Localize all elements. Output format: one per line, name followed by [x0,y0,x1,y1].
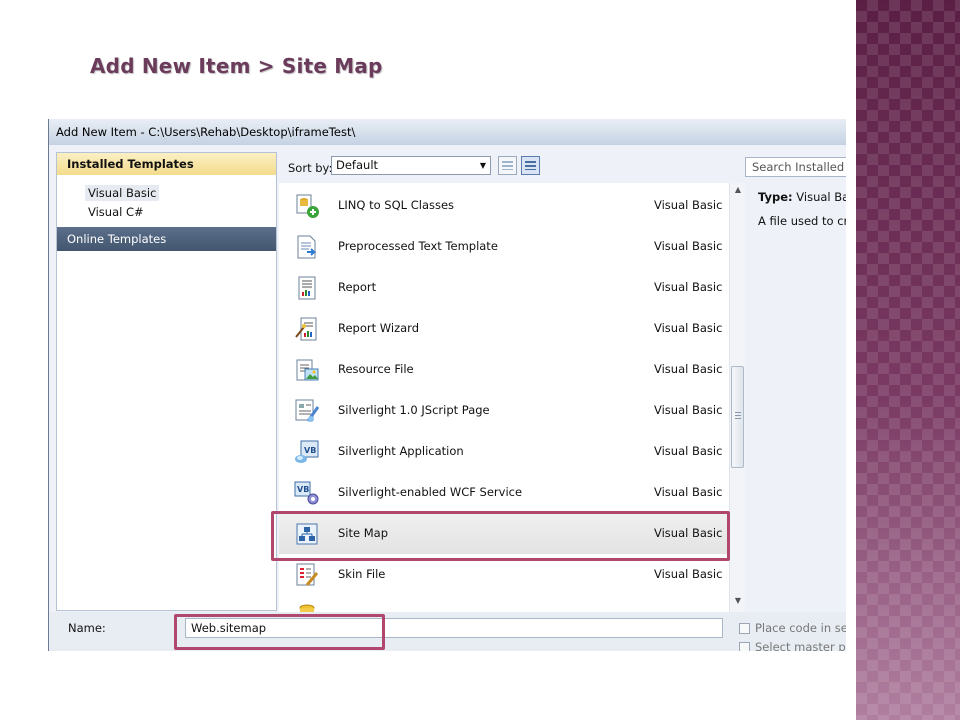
online-templates-header[interactable]: Online Templates [57,227,276,251]
scroll-thumb[interactable] [731,366,744,468]
template-type: Type: Visual Bas [758,190,846,204]
database-icon [299,604,315,612]
sort-by-value: Default [336,158,379,172]
template-language: Visual Basic [654,403,723,417]
report-wizard-icon [295,317,317,341]
template-name: Report Wizard [338,321,419,335]
template-categories-pane: Installed Templates Visual Basic Visual … [56,152,277,611]
name-field-highlight-box [174,614,385,650]
list-view-icon [525,161,536,170]
template-language: Visual Basic [654,362,723,376]
template-row-silverlight-wcf-service[interactable]: VB Silverlight-enabled WCF Service Visua… [279,472,729,513]
name-label: Name: [68,621,106,635]
search-installed-templates-input[interactable]: Search Installed Te [745,157,846,177]
grip-icon [735,412,741,420]
sort-toolbar: Sort by: Default ▼ [279,152,745,182]
template-row-report-wizard[interactable]: Report Wizard Visual Basic [279,308,729,349]
sort-by-dropdown[interactable]: Default ▼ [331,156,491,175]
add-new-item-dialog: Add New Item - C:\Users\Rehab\Desktop\if… [48,119,846,651]
list-view-button[interactable] [521,156,540,175]
template-name: Silverlight 1.0 JScript Page [338,403,490,417]
report-icon [298,276,316,300]
installed-templates-header[interactable]: Installed Templates [57,153,276,175]
name-bar: Name: Web.sitemap Place code in sep Sele… [49,612,846,651]
template-name: LINQ to SQL Classes [338,198,455,212]
skin-file-icon [296,563,319,586]
template-language: Visual Basic [654,567,723,581]
text-template-icon [297,235,317,259]
template-name: Silverlight-enabled WCF Service [338,485,523,499]
template-details-pane: Search Installed Te Type: Visual Bas A f… [745,152,846,612]
wcf-service-icon: VB [294,481,319,505]
template-language: Visual Basic [654,321,723,335]
decorative-side-strip [856,0,960,720]
template-name: Report [338,280,377,294]
svg-text:VB: VB [304,446,316,455]
template-language: Visual Basic [654,280,723,294]
master-page-checkbox[interactable] [739,642,750,651]
small-icons-view-button[interactable] [498,156,517,175]
tree-item-visual-csharp[interactable]: Visual C# [85,204,147,220]
tree-item-visual-basic[interactable]: Visual Basic [85,185,160,201]
template-row-resource-file[interactable]: Resource File Visual Basic [279,349,729,390]
template-language: Visual Basic [654,444,723,458]
template-row-silverlight-application[interactable]: VB Silverlight Application Visual Basic [279,431,729,472]
template-list-scrollbar[interactable]: ▲ ▼ [729,183,745,612]
svg-text:VB: VB [297,485,309,494]
type-value: Visual Bas [796,190,846,204]
scroll-down-icon[interactable]: ▼ [730,596,745,610]
template-name: Silverlight Application [338,444,464,458]
linq-classes-icon [296,194,319,218]
template-name: Skin File [338,567,386,581]
place-code-label: Place code in sep [755,621,846,635]
resource-file-icon [296,359,319,381]
small-icons-icon [502,161,513,170]
template-row-silverlight-jscript-page[interactable]: Silverlight 1.0 JScript Page Visual Basi… [279,390,729,431]
template-name: Preprocessed Text Template [338,239,498,253]
template-language: Visual Basic [654,239,723,253]
scroll-up-icon[interactable]: ▲ [730,185,745,199]
sort-by-label: Sort by: [288,161,333,175]
place-code-checkbox[interactable] [739,623,750,634]
template-language: Visual Basic [654,485,723,499]
dialog-titlebar: Add New Item - C:\Users\Rehab\Desktop\if… [49,119,846,145]
dropdown-arrow-icon: ▼ [479,161,486,170]
template-language: Visual Basic [654,198,723,212]
template-row-report[interactable]: Report Visual Basic [279,267,729,308]
site-map-highlight-box [271,511,730,561]
master-page-label: Select master pag [755,640,846,651]
template-description: A file used to cre [758,214,846,228]
template-row-preprocessed-text-template[interactable]: Preprocessed Text Template Visual Basic [279,226,729,267]
jscript-page-icon [295,399,320,422]
template-row-partial[interactable] [279,595,729,612]
slide-title: Add New Item > Site Map [90,54,383,78]
template-name: Resource File [338,362,414,376]
silverlight-app-icon: VB [295,440,319,463]
template-row-linq-to-sql-classes[interactable]: LINQ to SQL Classes Visual Basic [279,185,729,226]
type-label: Type: [758,190,793,204]
